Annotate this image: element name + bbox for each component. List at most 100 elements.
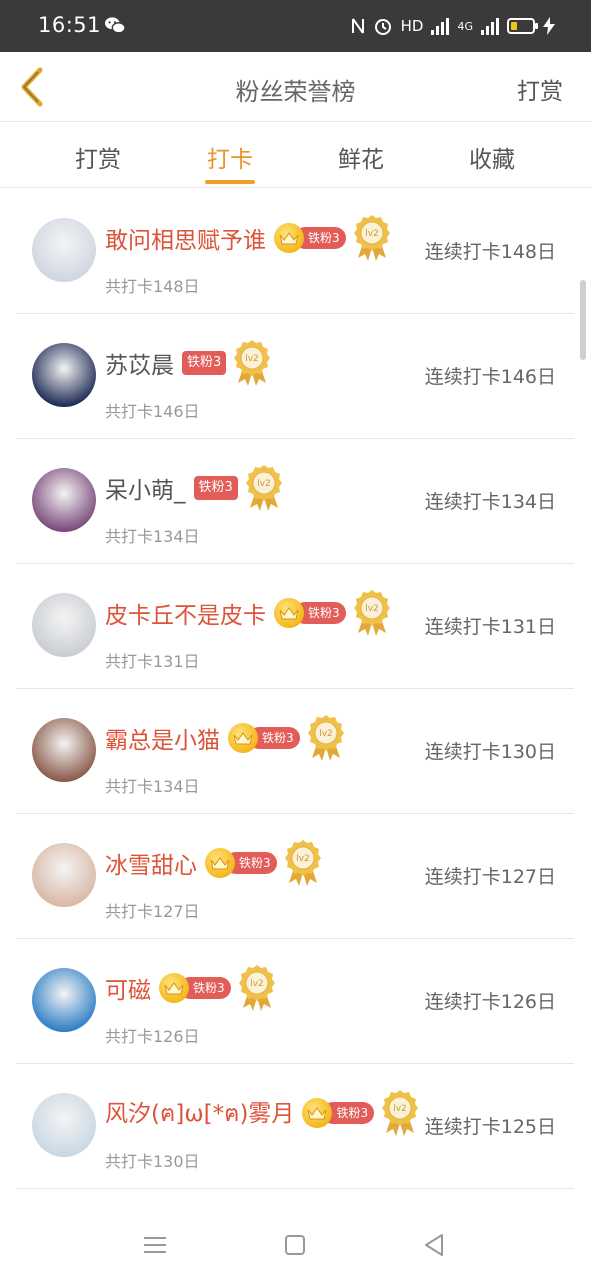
- name-line: 可磁 铁粉3 lv2: [105, 965, 275, 1011]
- user-name[interactable]: 呆小萌_: [105, 471, 186, 505]
- fan-badge: 铁粉3: [228, 723, 300, 753]
- total-checkin: 共打卡130日: [105, 1152, 200, 1171]
- svg-text:lv2: lv2: [365, 604, 379, 614]
- name-line: 冰雪甜心 铁粉3 lv2: [105, 840, 321, 886]
- status-bar: 16:51 HD 4G: [0, 0, 591, 52]
- wechat-icon: [105, 17, 126, 34]
- nfc-icon: [351, 18, 364, 34]
- total-checkin: 共打卡126日: [105, 1027, 200, 1046]
- avatar[interactable]: [32, 218, 96, 282]
- tab-tip[interactable]: 打赏: [53, 140, 143, 174]
- tab-favorites[interactable]: 收藏: [447, 140, 537, 174]
- fan-level-label: 铁粉3: [182, 351, 227, 375]
- name-line: 风汐(ฅ]ω[*ฅ)雾月 铁粉3 lv2: [105, 1090, 419, 1136]
- list-item[interactable]: 敢问相思赋予谁 铁粉3 lv2 共打卡148日 连续打卡148日: [16, 189, 574, 314]
- level-medal-icon: lv2: [382, 1090, 419, 1136]
- name-line: 皮卡丘不是皮卡 铁粉3 lv2: [105, 590, 390, 636]
- alarm-icon: [374, 19, 391, 35]
- avatar[interactable]: [32, 968, 96, 1032]
- tab-flowers[interactable]: 鲜花: [316, 140, 406, 174]
- level-medal-icon: lv2: [245, 465, 282, 511]
- list-item[interactable]: 风汐(ฅ]ω[*ฅ)雾月 铁粉3 lv2 共打卡130日 连续打卡125日: [16, 1064, 574, 1189]
- svg-text:lv2: lv2: [319, 729, 333, 739]
- signal-icon-2: [481, 17, 499, 35]
- user-name[interactable]: 霸总是小猫: [105, 721, 220, 755]
- level-medal-icon: lv2: [353, 215, 390, 261]
- crown-icon: [302, 1098, 333, 1128]
- avatar[interactable]: [32, 718, 96, 782]
- user-name[interactable]: 冰雪甜心: [105, 846, 197, 880]
- tip-button[interactable]: 打赏: [517, 72, 563, 106]
- battery-icon: [507, 18, 538, 34]
- fan-level-label: 铁粉3: [193, 476, 238, 500]
- avatar[interactable]: [32, 468, 96, 532]
- svg-text:lv2: lv2: [365, 229, 379, 239]
- name-line: 呆小萌_ 铁粉3 lv2: [105, 465, 282, 511]
- streak-checkin: 连续打卡131日: [424, 616, 556, 638]
- name-line: 敢问相思赋予谁 铁粉3 lv2: [105, 215, 390, 261]
- total-checkin: 共打卡148日: [105, 277, 200, 296]
- signal-icon: [431, 17, 450, 35]
- streak-checkin: 连续打卡125日: [424, 1116, 556, 1138]
- level-medal-icon: lv2: [234, 340, 271, 386]
- fan-badge: 铁粉3: [274, 223, 346, 253]
- total-checkin: 共打卡134日: [105, 527, 200, 546]
- avatar[interactable]: [32, 1093, 96, 1157]
- crown-icon: [274, 223, 304, 253]
- user-name[interactable]: 风汐(ฅ]ω[*ฅ)雾月: [105, 1094, 294, 1132]
- charging-icon: [543, 17, 555, 35]
- level-medal-icon: lv2: [238, 965, 275, 1011]
- fan-badge: 铁粉3: [159, 973, 231, 1003]
- fan-badge: 铁粉3: [274, 598, 346, 628]
- total-checkin: 共打卡131日: [105, 652, 200, 671]
- streak-checkin: 连续打卡146日: [424, 366, 556, 388]
- total-checkin: 共打卡127日: [105, 902, 200, 921]
- level-medal-icon: lv2: [307, 715, 344, 761]
- streak-checkin: 连续打卡126日: [424, 991, 556, 1013]
- crown-icon: [159, 973, 189, 1003]
- svg-text:lv2: lv2: [257, 479, 271, 489]
- list-item[interactable]: 苏苡晨 铁粉3 lv2 共打卡146日 连续打卡146日: [16, 314, 574, 439]
- list-item[interactable]: 霸总是小猫 铁粉3 lv2 共打卡134日 连续打卡130日: [16, 689, 574, 814]
- list-item[interactable]: 皮卡丘不是皮卡 铁粉3 lv2 共打卡131日 连续打卡131日: [16, 564, 574, 689]
- streak-checkin: 连续打卡130日: [424, 741, 556, 763]
- hd-label: HD: [400, 17, 424, 35]
- list-item[interactable]: 呆小萌_ 铁粉3 lv2 共打卡134日 连续打卡134日: [16, 439, 574, 564]
- level-medal-icon: lv2: [353, 590, 390, 636]
- avatar[interactable]: [32, 343, 96, 407]
- streak-checkin: 连续打卡134日: [424, 491, 556, 513]
- avatar[interactable]: [32, 843, 96, 907]
- signal-label: 4G: [457, 19, 473, 33]
- user-name[interactable]: 可磁: [105, 971, 151, 1005]
- name-line: 霸总是小猫 铁粉3 lv2: [105, 715, 344, 761]
- crown-icon: [205, 848, 235, 878]
- fan-badge: 铁粉3: [302, 1098, 375, 1128]
- svg-text:lv2: lv2: [296, 854, 310, 864]
- avatar[interactable]: [32, 593, 96, 657]
- page-title: 粉丝荣誉榜: [235, 78, 356, 106]
- user-name[interactable]: 敢问相思赋予谁: [105, 221, 266, 255]
- crown-icon: [274, 598, 304, 628]
- svg-text:lv2: lv2: [250, 979, 264, 989]
- scrollbar[interactable]: [580, 280, 586, 360]
- status-time: 16:51: [38, 13, 102, 37]
- svg-text:lv2: lv2: [393, 1104, 407, 1114]
- tab-bar: 打赏 打卡 鲜花 收藏: [0, 122, 591, 188]
- status-icons: HD 4G: [351, 14, 555, 38]
- svg-text:lv2: lv2: [246, 354, 260, 364]
- back-triangle-icon[interactable]: [420, 1230, 450, 1260]
- system-nav-bar: [0, 1208, 591, 1280]
- list-item[interactable]: 冰雪甜心 铁粉3 lv2 共打卡127日 连续打卡127日: [16, 814, 574, 939]
- home-square-icon[interactable]: [280, 1230, 310, 1260]
- streak-checkin: 连续打卡127日: [424, 866, 556, 888]
- user-name[interactable]: 皮卡丘不是皮卡: [105, 596, 266, 630]
- user-name[interactable]: 苏苡晨: [105, 346, 174, 380]
- total-checkin: 共打卡146日: [105, 402, 200, 421]
- tab-checkin[interactable]: 打卡: [185, 140, 275, 174]
- crown-icon: [228, 723, 258, 753]
- list-item[interactable]: 可磁 铁粉3 lv2 共打卡126日 连续打卡126日: [16, 939, 574, 1064]
- top-bar: 粉丝荣誉榜 打赏: [0, 52, 591, 122]
- ranking-list: 敢问相思赋予谁 铁粉3 lv2 共打卡148日 连续打卡148日 苏苡晨 铁粉3: [16, 189, 574, 1189]
- total-checkin: 共打卡134日: [105, 777, 200, 796]
- menu-icon[interactable]: [140, 1230, 170, 1260]
